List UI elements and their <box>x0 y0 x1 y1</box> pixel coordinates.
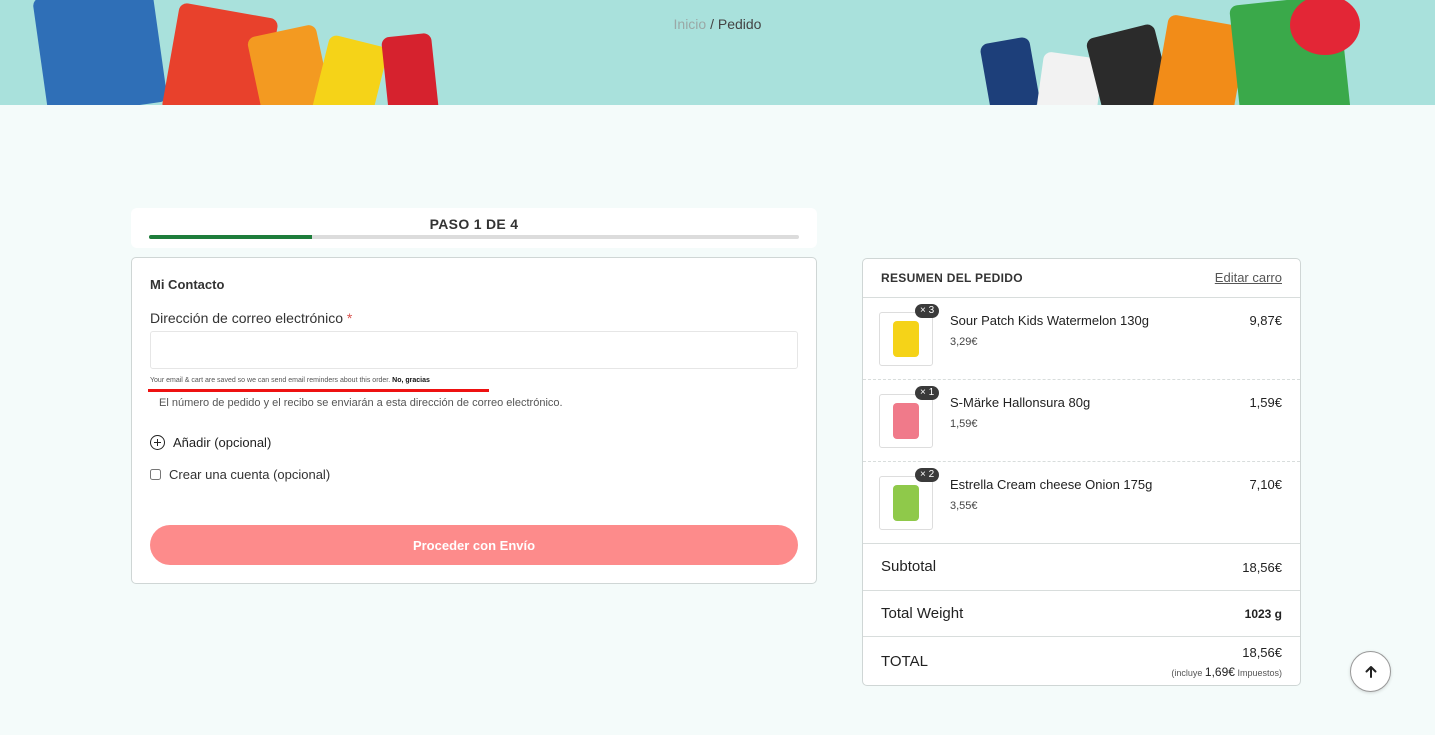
banner-snack-image <box>979 36 1041 105</box>
item-unit-price: 1,59€ <box>950 418 978 430</box>
product-image <box>893 321 919 357</box>
section-title: Mi Contacto <box>150 277 225 292</box>
highlight-underline <box>148 389 489 392</box>
email-input[interactable] <box>150 331 798 369</box>
email-saved-note: Your email & cart are saved so we can se… <box>150 377 430 384</box>
summary-title: RESUMEN DEL PEDIDO <box>881 271 1023 285</box>
weight-row: Total Weight 1023 g <box>863 591 1300 637</box>
email-saved-text: Your email & cart are saved so we can se… <box>150 377 391 384</box>
item-total-price: 7,10€ <box>1249 477 1282 492</box>
contact-form-card: Mi Contacto Dirección de correo electrón… <box>131 257 817 584</box>
cart-item: × 1 S-Märke Hallonsura 80g 1,59€ 1,59€ <box>863 380 1300 462</box>
step-progress-bar <box>149 235 799 239</box>
banner-snack-image <box>380 32 440 105</box>
plus-circle-icon <box>150 435 165 450</box>
tax-prefix: (incluye <box>1171 668 1203 678</box>
no-thanks-link[interactable]: No, gracias <box>392 377 430 384</box>
breadcrumb: Inicio / Pedido <box>0 16 1435 32</box>
arrow-up-icon <box>1365 665 1376 678</box>
create-account-label: Crear una cuenta (opcional) <box>169 467 331 482</box>
quantity-badge: × 3 <box>915 304 940 318</box>
proceed-shipping-button[interactable]: Proceder con Envío <box>150 525 798 565</box>
cart-item: × 2 Estrella Cream cheese Onion 175g 3,5… <box>863 462 1300 544</box>
step-progress-fill <box>149 235 312 239</box>
scroll-top-button[interactable] <box>1350 651 1391 692</box>
breadcrumb-home-link[interactable]: Inicio <box>674 16 707 32</box>
item-unit-price: 3,55€ <box>950 500 978 512</box>
create-account-checkbox[interactable] <box>150 469 161 480</box>
breadcrumb-separator: / <box>710 16 714 32</box>
item-total-price: 9,87€ <box>1249 313 1282 328</box>
cart-item: × 3 Sour Patch Kids Watermelon 130g 3,29… <box>863 298 1300 380</box>
add-optional-button[interactable]: Añadir (opcional) <box>150 435 271 450</box>
checkout-step-indicator: PASO 1 DE 4 <box>131 208 817 248</box>
total-value: 18,56€ <box>1242 645 1282 660</box>
item-name: Estrella Cream cheese Onion 175g <box>950 477 1153 492</box>
quantity-badge: × 2 <box>915 468 940 482</box>
edit-cart-link[interactable]: Editar carro <box>1215 270 1282 285</box>
weight-value: 1023 g <box>1244 607 1282 621</box>
item-unit-price: 3,29€ <box>950 336 978 348</box>
item-name: Sour Patch Kids Watermelon 130g <box>950 313 1149 328</box>
create-account-option[interactable]: Crear una cuenta (opcional) <box>150 467 330 482</box>
product-image <box>893 403 919 439</box>
email-label: Dirección de correo electrónico * <box>150 310 352 326</box>
total-row: TOTAL 18,56€ (incluye 1,69€ Impuestos) <box>863 637 1300 685</box>
banner-snack-image <box>311 33 389 105</box>
summary-header: RESUMEN DEL PEDIDO Editar carro <box>863 259 1300 298</box>
product-thumbnail <box>879 312 933 366</box>
tax-note: (incluye 1,69€ Impuestos) <box>1171 665 1282 679</box>
breadcrumb-current: Pedido <box>717 16 762 32</box>
item-name: S-Märke Hallonsura 80g <box>950 395 1091 410</box>
order-summary-card: RESUMEN DEL PEDIDO Editar carro × 3 Sour… <box>862 258 1301 686</box>
email-label-text: Dirección de correo electrónico <box>150 310 343 326</box>
header-banner: Inicio / Pedido <box>0 0 1435 105</box>
required-mark: * <box>346 310 353 326</box>
subtotal-label: Subtotal <box>881 558 937 575</box>
subtotal-value: 18,56€ <box>1242 560 1282 575</box>
product-image <box>893 485 919 521</box>
item-total-price: 1,59€ <box>1249 395 1282 410</box>
tax-value: 1,69€ <box>1204 665 1235 679</box>
add-optional-label: Añadir (opcional) <box>173 435 272 450</box>
subtotal-row: Subtotal 18,56€ <box>863 544 1300 591</box>
product-thumbnail <box>879 476 933 530</box>
receipt-note: El número de pedido y el recibo se envia… <box>159 397 563 409</box>
total-label: TOTAL <box>881 653 928 670</box>
product-thumbnail <box>879 394 933 448</box>
tax-suffix: Impuestos) <box>1237 668 1282 678</box>
quantity-badge: × 1 <box>915 386 940 400</box>
weight-label: Total Weight <box>881 605 964 622</box>
step-label: PASO 1 DE 4 <box>429 216 519 232</box>
